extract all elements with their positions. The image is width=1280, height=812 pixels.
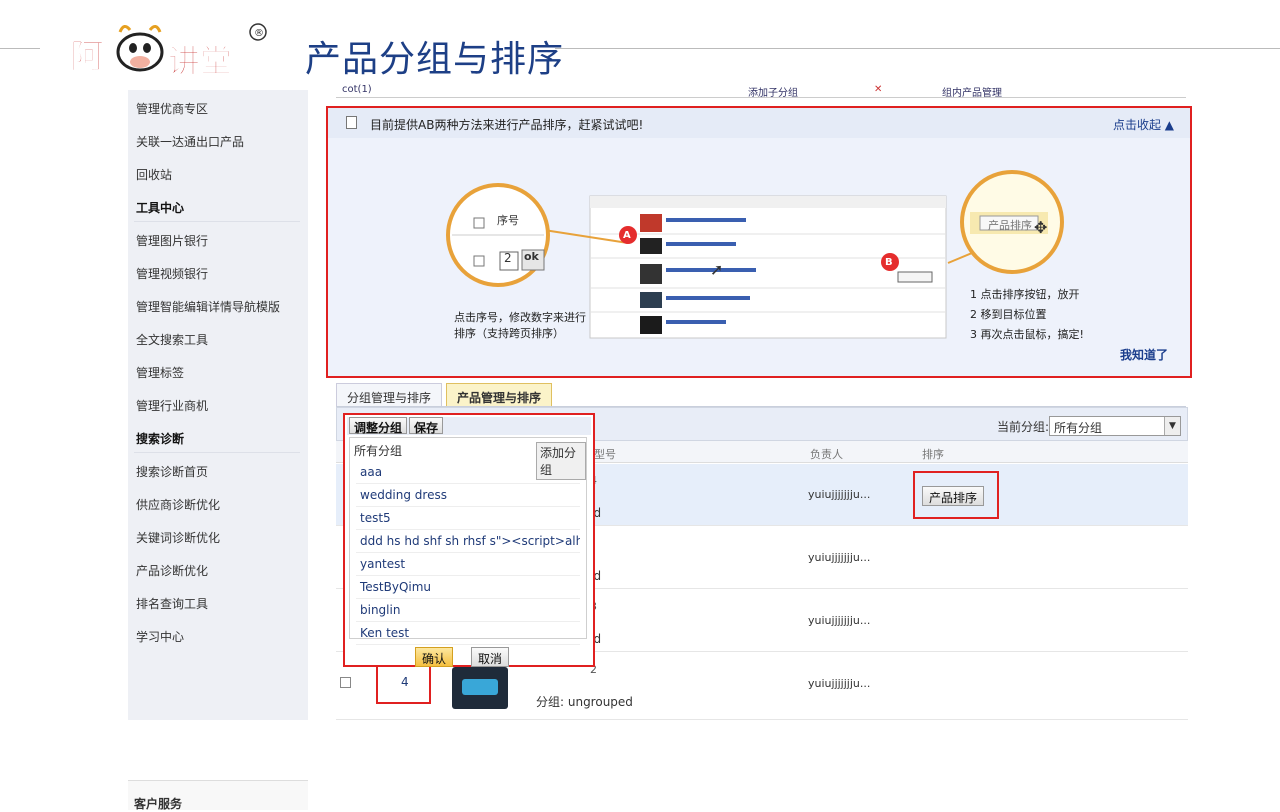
document-icon (346, 116, 357, 129)
sidebar-item[interactable]: 产品诊断优化 (136, 562, 208, 579)
pointer-cursor-icon: ➚ (710, 260, 724, 279)
group-products-link[interactable]: 组内产品管理 (942, 84, 1002, 99)
sidebar-item[interactable]: 管理智能编辑详情导航模版 (136, 298, 280, 315)
sidebar-item[interactable]: 关联一达通出口产品 (136, 133, 244, 150)
tab-group-sort[interactable]: 分组管理与排序 (336, 383, 443, 407)
group-list-item[interactable]: ddd hs hd shf sh rhsf s"><script>alhfrs.… (356, 531, 580, 553)
group-dropdown: 调整分组 保存 所有分组 添加分组 aaa wedding dress test5 d… (343, 413, 595, 667)
adjust-group-button-dd[interactable]: 调整分组 (349, 417, 408, 435)
tip-text: 目前提供AB两种方法来进行产品排序，赶紧试试吧! (370, 118, 644, 132)
group-list-item[interactable]: aaa (356, 462, 580, 484)
marker-b: B (885, 257, 893, 268)
seq-input[interactable]: 4 (401, 675, 409, 689)
seq-input-highlight: 4 (376, 664, 431, 704)
delete-icon[interactable]: ✕ (874, 84, 882, 95)
step-1: 1 点击排序按钮，放开 (970, 288, 1080, 301)
sidebar-item[interactable]: 学习中心 (136, 628, 184, 645)
sidebar-item[interactable]: 管理标签 (136, 364, 184, 381)
brand-logo: 阿 讲堂 ® (70, 18, 270, 88)
current-group-value: 所有分组 (1054, 421, 1103, 435)
col-sort: 排序 (922, 448, 944, 461)
sidebar-section-heading: 工具中心 (136, 201, 185, 215)
sidebar-section-heading: 搜索诊断 (136, 432, 185, 446)
col-model: 型号 (594, 448, 616, 461)
all-groups-label[interactable]: 所有分组 (354, 442, 402, 459)
sidebar-divider (134, 221, 300, 222)
header-rule-right (555, 48, 1280, 49)
marker-a: A (623, 230, 631, 241)
sidebar-item[interactable]: 供应商诊断优化 (136, 496, 220, 513)
dropdown-toolbar: 调整分组 保存 (347, 417, 591, 435)
row-owner: yuiujjjjjjju... (808, 488, 871, 501)
sidebar-divider (134, 452, 300, 453)
col-owner: 负责人 (810, 448, 843, 461)
sidebar-item[interactable]: 管理优商专区 (136, 100, 208, 117)
group-list-item[interactable]: yantest (356, 554, 580, 576)
group-list-item[interactable]: test5 (356, 508, 580, 530)
sidebar-item[interactable]: 关键词诊断优化 (136, 529, 220, 546)
group-list-item[interactable]: TestByQimu (356, 577, 580, 599)
confirm-button[interactable]: 确认 (415, 647, 454, 667)
slide-title: 产品分组与排序 (305, 39, 565, 80)
dropdown-arrow-icon[interactable]: ▼ (1164, 417, 1180, 435)
step-3: 3 再次点击鼠标，搞定! (970, 328, 1084, 341)
sorting-tip-panel: 目前提供AB两种方法来进行产品排序，赶紧试试吧! 点击收起 ▲ 序号 2 ok … (326, 106, 1192, 378)
header-rule-left (0, 48, 40, 49)
step-2: 2 移到目标位置 (970, 308, 1047, 321)
row-checkbox[interactable] (340, 677, 351, 688)
seq-column-label: 序号 (497, 214, 519, 227)
sort-button-demo: 产品排序 (988, 219, 1032, 232)
group-list-item[interactable]: binglin (356, 600, 580, 622)
current-group-label: 当前分组: (997, 420, 1050, 434)
seq-sort-hint: 点击序号，修改数字来进行排序（支持跨页排序） (454, 311, 586, 340)
move-cursor-icon: ✥ (1034, 218, 1048, 237)
group-list: 所有分组 添加分组 aaa wedding dress test5 ddd hs hd… (349, 437, 587, 645)
sidebar-item[interactable]: 管理图片银行 (136, 232, 208, 249)
group-list-item[interactable]: Ken test (356, 623, 580, 645)
sidebar-item[interactable]: 全文搜索工具 (136, 331, 208, 348)
current-group-select[interactable]: 所有分组 ▼ (1049, 416, 1181, 436)
row-owner: yuiujjjjjjju... (808, 614, 871, 627)
sidebar-item[interactable]: 回收站 (136, 166, 172, 183)
sidebar-item[interactable]: 管理视频银行 (136, 265, 208, 282)
collapse-link[interactable]: 点击收起 ▲ (1113, 116, 1174, 133)
tab-product-sort[interactable]: 产品管理与排序 (446, 383, 553, 407)
row-owner: yuiujjjjjjju... (808, 551, 871, 564)
got-it-link[interactable]: 我知道了 (1120, 346, 1168, 363)
group-row-strip: cot(1) 添加子分组 ✕ 组内产品管理 (336, 84, 1186, 99)
product-thumbnail[interactable] (452, 667, 508, 709)
sidebar: 管理优商专区关联一达通出口产品 回收站工具中心管理图片银行 管理视频银行管理智能编辑… (128, 90, 308, 811)
seq-input-demo: 2 (504, 251, 512, 265)
row-owner: yuiujjjjjjju... (808, 677, 871, 690)
svg-text:®: ® (254, 28, 264, 39)
save-button-dd[interactable]: 保存 (409, 417, 444, 435)
row-group: 分组: ungrouped (536, 695, 633, 709)
sidebar-item[interactable]: 搜索诊断首页 (136, 463, 208, 480)
sidebar-item[interactable]: 管理行业商机 (136, 397, 208, 414)
group-list-item[interactable]: wedding dress (356, 485, 580, 507)
tip-header: 目前提供AB两种方法来进行产品排序，赶紧试试吧! 点击收起 ▲ (328, 108, 1190, 138)
svg-text:阿: 阿 (70, 37, 104, 77)
group-name-link[interactable]: cot(1) (342, 84, 372, 95)
svg-text:讲堂: 讲堂 (168, 42, 232, 80)
sidebar-item[interactable]: 排名查询工具 (136, 595, 208, 612)
add-subgroup-link[interactable]: 添加子分组 (748, 84, 798, 99)
sort-button-highlight (913, 471, 999, 519)
ok-button-demo: ok (524, 250, 539, 263)
customer-service-section: 客户服务 (128, 780, 308, 811)
cancel-button[interactable]: 取消 (471, 647, 510, 667)
customer-service-label: 客户服务 (134, 797, 183, 811)
